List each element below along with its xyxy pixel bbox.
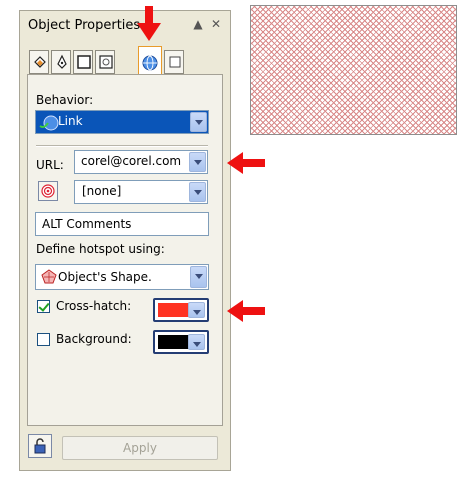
lock-button[interactable] — [28, 434, 52, 458]
tab-general[interactable] — [95, 50, 115, 74]
behavior-select[interactable]: Link — [35, 110, 209, 134]
target-icon — [41, 184, 55, 198]
url-combo[interactable]: corel@corel.com — [74, 150, 208, 174]
alt-comments-field[interactable]: ALT Comments — [35, 212, 209, 236]
background-label: Background: — [56, 332, 132, 346]
crosshatch-checkbox[interactable] — [37, 300, 50, 313]
fill-bucket-icon — [34, 56, 46, 68]
lock-icon — [34, 438, 46, 454]
general-frame-icon — [99, 55, 113, 69]
behavior-value: Link — [58, 114, 83, 128]
hotspot-select[interactable]: Object's Shape. — [35, 264, 209, 290]
close-button[interactable]: ✕ — [208, 16, 224, 32]
chevron-down-icon[interactable] — [190, 266, 207, 288]
background-checkbox[interactable] — [37, 333, 50, 346]
chevron-down-icon[interactable] — [188, 302, 205, 318]
summary-blank-icon — [169, 56, 181, 68]
shape-icon — [41, 269, 57, 284]
background-color-picker[interactable] — [153, 330, 209, 354]
target-frame-select[interactable]: [none] — [74, 180, 208, 204]
arrow-left-icon — [227, 152, 265, 174]
chevron-down-icon[interactable] — [189, 182, 206, 202]
tab-outline-frame[interactable] — [73, 50, 93, 74]
chevron-down-icon[interactable] — [190, 112, 207, 132]
pen-nib-icon — [57, 54, 67, 69]
apply-button[interactable]: Apply — [62, 436, 218, 460]
url-label: URL: — [36, 158, 64, 172]
crosshatch-preview — [250, 5, 457, 135]
tab-internet[interactable] — [138, 46, 162, 75]
arrow-left-icon — [227, 300, 265, 322]
crosshatch-color-swatch — [158, 303, 190, 317]
internet-globe-icon — [142, 55, 158, 71]
chevron-down-icon[interactable] — [189, 152, 206, 172]
crosshatch-color-picker[interactable] — [153, 298, 209, 322]
target-value: [none] — [82, 184, 122, 198]
tab-fill[interactable] — [29, 50, 49, 74]
hotspot-label: Define hotspot using: — [36, 242, 165, 256]
tab-outline-pen[interactable] — [51, 50, 71, 74]
arrow-down-icon — [137, 6, 161, 41]
background-color-swatch — [158, 335, 190, 349]
tab-summary[interactable] — [164, 50, 184, 74]
target-button[interactable] — [38, 181, 58, 201]
outline-frame-icon — [77, 55, 91, 69]
behavior-label: Behavior: — [36, 93, 94, 107]
docker-title: Object Properties — [28, 18, 141, 33]
collapse-button[interactable]: ▲ — [190, 16, 206, 32]
chevron-down-icon[interactable] — [188, 334, 205, 350]
url-value: corel@corel.com — [81, 154, 182, 168]
link-globe-icon — [39, 115, 59, 131]
section-divider — [36, 145, 208, 147]
hotspot-value: Object's Shape. — [58, 270, 152, 284]
crosshatch-label: Cross-hatch: — [56, 299, 132, 313]
